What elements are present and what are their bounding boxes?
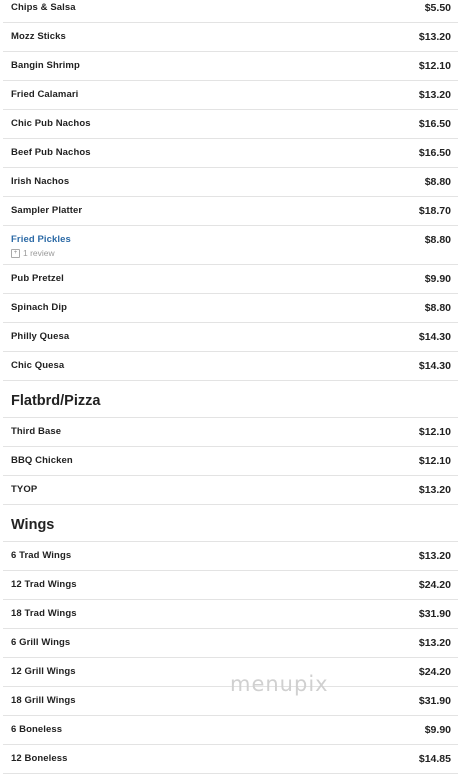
menu-item-name: BBQ Chicken	[11, 455, 73, 466]
menu-item-name: Fried Calamari	[11, 89, 79, 100]
menu-item-name: 18 Trad Wings	[11, 608, 77, 619]
menu-item-price: $8.80	[424, 302, 451, 314]
menu-item-name: 12 Boneless	[11, 753, 68, 764]
menu-item-name: TYOP	[11, 484, 38, 495]
menu-item-price: $12.10	[418, 60, 451, 72]
menu-item-beef-pub-nachos: Beef Pub Nachos $16.50	[3, 139, 458, 168]
menu-item-mozz-sticks: Mozz Sticks $13.20	[3, 23, 458, 52]
review-count[interactable]: +1 review	[11, 248, 55, 258]
menu-item-name: Beef Pub Nachos	[11, 147, 91, 158]
menu-item-price: $16.50	[418, 147, 451, 159]
menu-item-name: 18 Grill Wings	[11, 695, 76, 706]
menu-item-name: Chips & Salsa	[11, 2, 76, 13]
menu-item-6-trad-wings: 6 Trad Wings $13.20	[3, 542, 458, 571]
menu-item-name: Spinach Dip	[11, 302, 67, 313]
menu-item-price: $12.10	[418, 426, 451, 438]
menu-item-18-trad-wings: 18 Trad Wings $31.90	[3, 600, 458, 629]
menu-item-name: Irish Nachos	[11, 176, 70, 187]
menu-list: Chips & Salsa $5.50 Mozz Sticks $13.20 Bangi…	[0, 0, 464, 774]
menu-item-12-boneless: 12 Boneless $14.85	[3, 745, 458, 774]
section-title: Flatbrd/Pizza	[11, 393, 101, 409]
section-header-flatbrd-pizza: Flatbrd/Pizza	[3, 381, 458, 418]
menu-item-name: Bangin Shrimp	[11, 60, 80, 71]
menu-item-price: $31.90	[418, 608, 451, 620]
menu-item-philly-quesa: Philly Quesa $14.30	[3, 323, 458, 352]
menu-item-price: $8.80	[424, 234, 451, 246]
menu-item-price: $31.90	[418, 695, 451, 707]
menu-item-bbq-chicken: BBQ Chicken $12.10	[3, 447, 458, 476]
menu-item-chips-salsa: Chips & Salsa $5.50	[3, 0, 458, 23]
menu-item-price: $13.20	[418, 484, 451, 496]
menu-item-12-trad-wings: 12 Trad Wings $24.20	[3, 571, 458, 600]
menu-item-price: $9.90	[424, 273, 451, 285]
menu-item-name: 12 Grill Wings	[11, 666, 76, 677]
menu-item-name: Third Base	[11, 426, 62, 437]
menu-item-6-boneless: 6 Boneless $9.90	[3, 716, 458, 745]
menu-item-price: $5.50	[424, 2, 451, 14]
menu-item-price: $12.10	[418, 455, 451, 467]
menu-item-price: $13.20	[418, 89, 451, 101]
menu-item-price: $9.90	[424, 724, 451, 736]
menu-item-price: $24.20	[418, 579, 451, 591]
menu-item-chic-pub-nachos: Chic Pub Nachos $16.50	[3, 110, 458, 139]
menu-item-price: $14.85	[418, 753, 451, 765]
menu-item-price: $13.20	[418, 550, 451, 562]
menupix-watermark: menupix	[230, 672, 329, 696]
menu-item-third-base: Third Base $12.10	[3, 418, 458, 447]
section-header-wings: Wings	[3, 505, 458, 542]
menu-item-price: $13.20	[418, 637, 451, 649]
menu-item-irish-nachos: Irish Nachos $8.80	[3, 168, 458, 197]
menu-item-name: 6 Trad Wings	[11, 550, 72, 561]
menu-item-tyop: TYOP $13.20	[3, 476, 458, 505]
menu-item-name: Sampler Platter	[11, 205, 83, 216]
menu-item-sampler-platter: Sampler Platter $18.70	[3, 197, 458, 226]
menu-item-fried-calamari: Fried Calamari $13.20	[3, 81, 458, 110]
menu-item-name: Philly Quesa	[11, 331, 70, 342]
menu-item-price: $8.80	[424, 176, 451, 188]
menu-item-price: $13.20	[418, 31, 451, 43]
menu-item-price: $18.70	[418, 205, 451, 217]
menu-item-name: Chic Pub Nachos	[11, 118, 91, 129]
menu-item-name: 12 Trad Wings	[11, 579, 77, 590]
menu-item-price: $24.20	[418, 666, 451, 678]
menu-item-price: $16.50	[418, 118, 451, 130]
menu-item-bangin-shrimp: Bangin Shrimp $12.10	[3, 52, 458, 81]
menu-item-fried-pickles[interactable]: Fried Pickles $8.80 +1 review	[3, 226, 458, 265]
menu-item-name: 6 Grill Wings	[11, 637, 71, 648]
menu-item-name: Mozz Sticks	[11, 31, 66, 42]
menu-item-name: Chic Quesa	[11, 360, 65, 371]
plus-square-icon: +	[11, 248, 20, 258]
menu-item-price: $14.30	[418, 331, 451, 343]
menu-item-chic-quesa: Chic Quesa $14.30	[3, 352, 458, 381]
menu-item-name: Pub Pretzel	[11, 273, 64, 284]
menu-item-spinach-dip: Spinach Dip $8.80	[3, 294, 458, 323]
menu-item-pub-pretzel: Pub Pretzel $9.90	[3, 265, 458, 294]
menu-item-price: $14.30	[418, 360, 451, 372]
menu-item-name: 6 Boneless	[11, 724, 63, 735]
section-title: Wings	[11, 517, 55, 533]
menu-item-name-link[interactable]: Fried Pickles	[11, 234, 71, 245]
review-count-label: 1 review	[23, 248, 55, 258]
menu-item-6-grill-wings: 6 Grill Wings $13.20	[3, 629, 458, 658]
